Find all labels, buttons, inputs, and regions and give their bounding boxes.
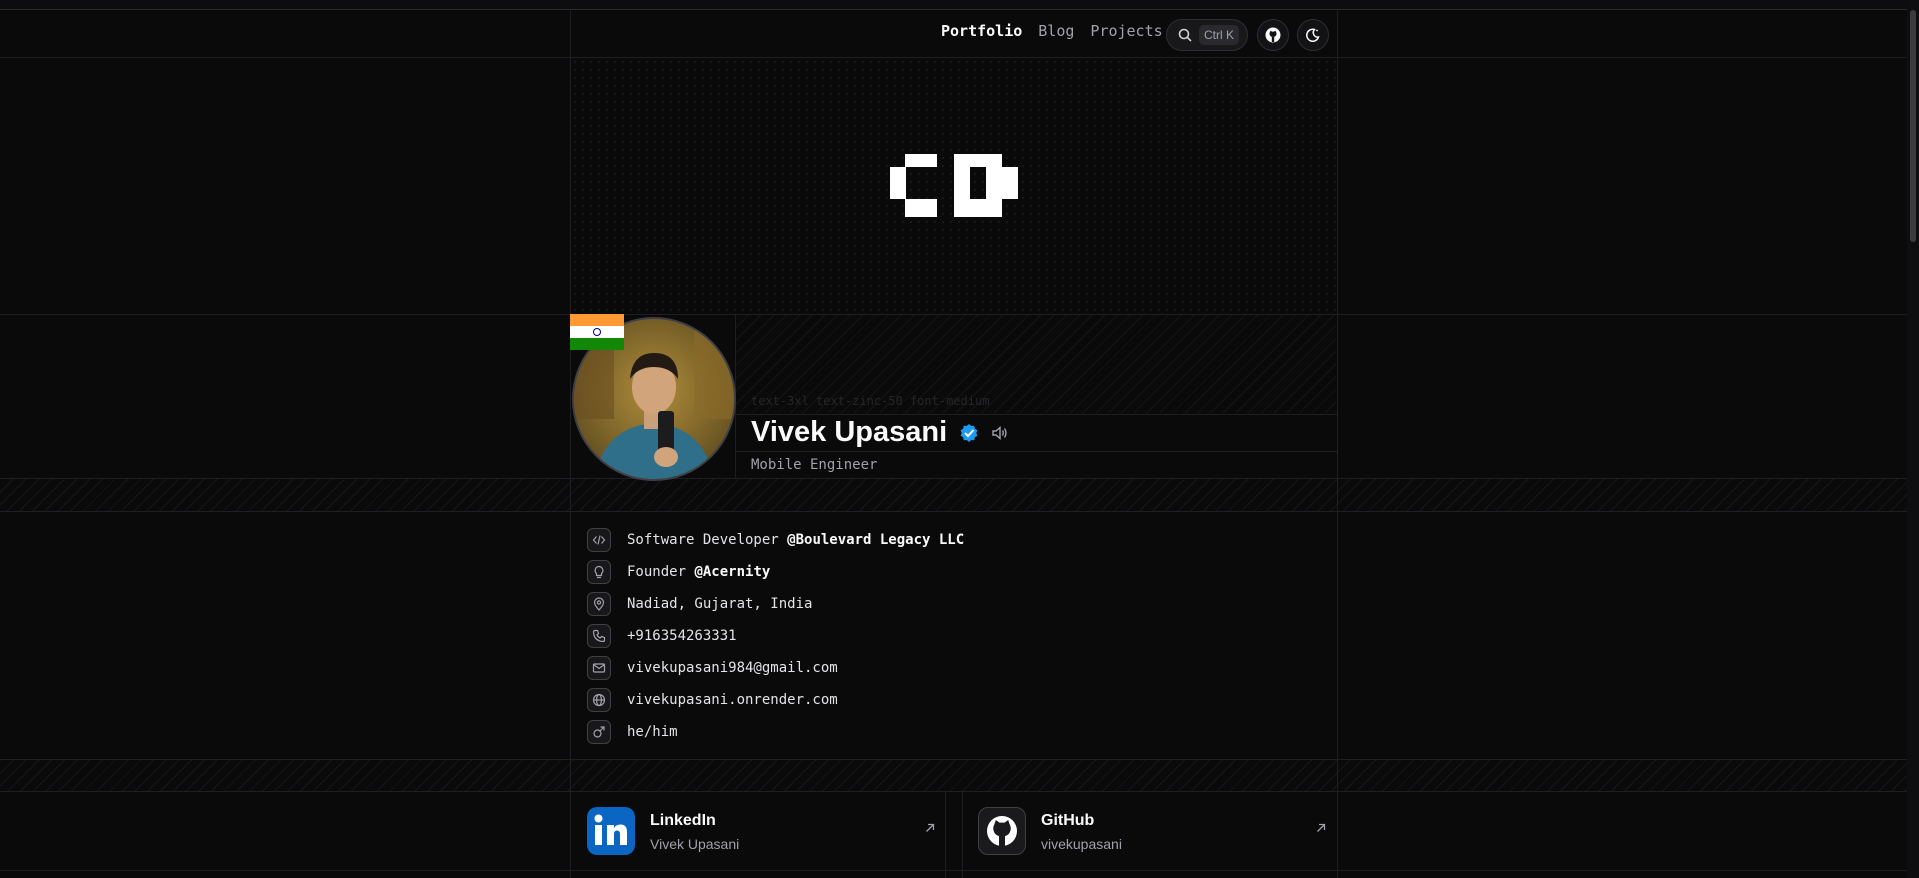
profile-role: Mobile Engineer xyxy=(751,457,878,473)
info-pronouns-text: he/him xyxy=(627,724,678,740)
info-founder: Founder @Acernity xyxy=(587,559,770,585)
company-link[interactable]: @Boulevard Legacy LLC xyxy=(787,532,964,548)
info-job-text: Software Developer xyxy=(627,532,788,548)
top-strip xyxy=(0,0,1919,10)
scrollbar-thumb[interactable] xyxy=(1910,10,1916,242)
phone-icon xyxy=(587,624,611,648)
divider xyxy=(736,451,1337,452)
github-logo-icon xyxy=(978,807,1026,855)
info-email: vivekupasani984@gmail.com xyxy=(587,655,838,681)
divider xyxy=(736,414,1337,415)
ghost-class-text: text-3xl text-zinc-50 font-medium xyxy=(751,394,990,408)
founder-company-link[interactable]: @Acernity xyxy=(694,564,770,580)
website-link[interactable]: vivekupasani.onrender.com xyxy=(627,692,838,708)
info-job: Software Developer @Boulevard Legacy LLC xyxy=(587,527,964,553)
male-icon xyxy=(587,720,611,744)
divider xyxy=(945,792,946,878)
hatch-band xyxy=(0,760,1907,791)
code-icon xyxy=(587,528,611,552)
github-icon xyxy=(1265,27,1281,43)
phone-link[interactable]: +916354263331 xyxy=(627,628,737,644)
verified-badge-icon xyxy=(960,424,978,442)
nav-portfolio[interactable]: Portfolio xyxy=(941,22,1022,40)
search-shortcut: Ctrl K xyxy=(1199,25,1239,45)
github-button[interactable] xyxy=(1257,19,1289,51)
info-website: vivekupasani.onrender.com xyxy=(587,687,838,713)
divider xyxy=(0,511,1907,512)
mail-icon xyxy=(587,656,611,680)
email-link[interactable]: vivekupasani984@gmail.com xyxy=(627,660,838,676)
info-location-text: Nadiad, Gujarat, India xyxy=(627,596,813,612)
hatch-band xyxy=(0,479,1907,511)
theme-toggle-button[interactable] xyxy=(1297,19,1329,51)
globe-icon xyxy=(587,688,611,712)
info-location: Nadiad, Gujarat, India xyxy=(587,591,812,617)
map-pin-icon xyxy=(587,592,611,616)
linkedin-name: LinkedIn xyxy=(650,812,716,829)
nav-projects[interactable]: Projects xyxy=(1090,22,1162,40)
search-button[interactable]: Ctrl K xyxy=(1166,19,1248,51)
lightbulb-icon xyxy=(587,560,611,584)
divider xyxy=(1337,10,1338,878)
moon-icon xyxy=(1306,28,1320,42)
profile-name: Vivek Upasani xyxy=(751,416,1009,449)
info-pronouns: he/him xyxy=(587,719,678,745)
search-icon xyxy=(1178,28,1192,42)
india-flag-icon xyxy=(570,314,624,350)
linkedin-icon xyxy=(587,807,635,855)
github-name: GitHub xyxy=(1041,812,1095,829)
external-link-icon xyxy=(924,822,936,838)
divider xyxy=(0,791,1907,792)
nav-blog[interactable]: Blog xyxy=(1038,22,1074,40)
top-nav: Portfolio Blog Projects xyxy=(941,22,1163,40)
profile-name-text: Vivek Upasani xyxy=(751,416,948,448)
divider xyxy=(0,870,1907,871)
linkedin-handle: Vivek Upasani xyxy=(650,836,740,852)
info-founder-text: Founder xyxy=(627,564,695,580)
speaker-icon[interactable] xyxy=(991,424,1009,442)
github-handle: vivekupasani xyxy=(1041,836,1122,852)
external-link-icon xyxy=(1315,822,1327,838)
info-phone: +916354263331 xyxy=(587,623,737,649)
